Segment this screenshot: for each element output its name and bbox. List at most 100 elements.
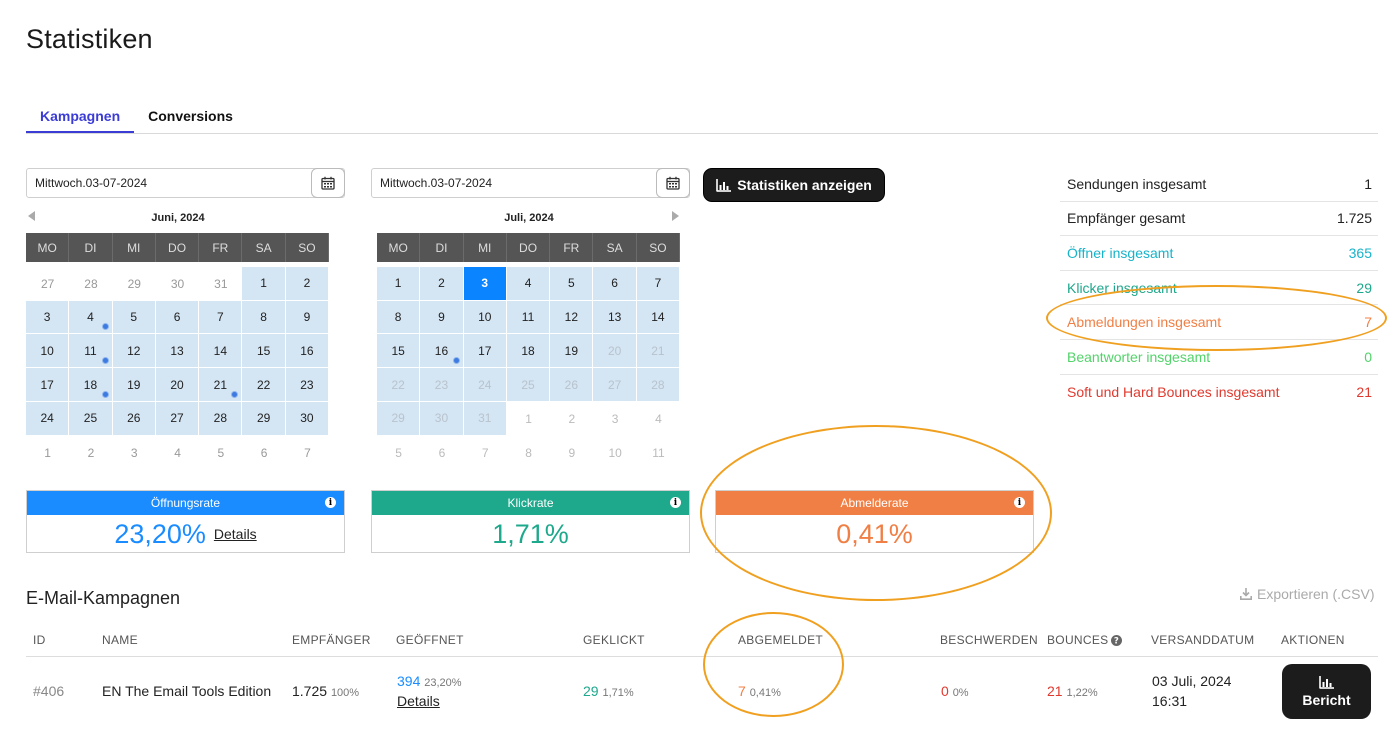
tab-conversions[interactable]: Conversions — [134, 100, 247, 133]
calendar-day[interactable]: 22 — [242, 368, 286, 402]
calendar-day[interactable]: 2 — [420, 266, 464, 301]
calendar-day[interactable]: 30 — [285, 401, 330, 436]
calendar-day[interactable]: 9 — [285, 300, 330, 335]
calendar-day[interactable]: 12 — [112, 334, 156, 369]
weekday-header: MO — [26, 233, 70, 262]
stat-value: 29 — [1356, 279, 1372, 296]
calendar-day[interactable]: 20 — [155, 368, 200, 402]
calendar-day[interactable]: 26 — [112, 401, 156, 436]
weekday-header: MI — [112, 233, 156, 262]
calendar-day[interactable]: 23 — [285, 368, 330, 402]
calendar-day[interactable]: 4 — [506, 266, 551, 301]
calendar-day[interactable]: 27 — [155, 401, 200, 436]
calendar-day[interactable]: 11 — [506, 300, 551, 335]
calendar-day[interactable]: 1 — [377, 266, 421, 301]
calendar-day[interactable]: 5 — [112, 300, 156, 335]
info-icon[interactable]: i — [1014, 497, 1025, 508]
weekday-header: DO — [155, 233, 200, 262]
complaints-cell: 0 0% — [941, 683, 969, 699]
export-csv-link[interactable]: Exportieren (.CSV) — [1240, 586, 1374, 602]
next-month-icon[interactable] — [672, 211, 679, 221]
stat-row-empfaenger: Empfänger gesamt 1.725 — [1060, 202, 1378, 237]
calendar-day[interactable]: 4 — [69, 300, 113, 335]
calendar-day[interactable]: 21 — [199, 368, 243, 402]
start-calendar-button[interactable] — [311, 168, 345, 198]
calendar-day[interactable]: 3 — [463, 266, 507, 301]
bounces-value: 21 — [1047, 683, 1063, 699]
end-calendar-button[interactable] — [656, 168, 690, 198]
clicked-value: 29 — [583, 683, 599, 699]
calendar-day[interactable]: 16 — [285, 334, 330, 369]
calendar-day[interactable]: 7 — [636, 266, 681, 301]
calendar-header: Juni, 2024 — [26, 208, 330, 230]
calendar-day[interactable]: 29 — [242, 401, 286, 436]
calendar-day[interactable]: 18 — [506, 334, 551, 369]
show-statistics-button[interactable]: Statistiken anzeigen — [703, 168, 885, 202]
campaign-name[interactable]: EN The Email Tools Edition — [102, 683, 271, 699]
calendar-day[interactable]: 10 — [26, 334, 70, 369]
stat-row-sendungen: Sendungen insgesamt 1 — [1060, 167, 1378, 202]
bounces-cell: 21 1,22% — [1047, 683, 1098, 699]
calendar-day[interactable]: 15 — [377, 334, 421, 369]
unsubscribe-rate-header: Abmelderate i — [716, 491, 1033, 515]
start-date-input[interactable] — [27, 169, 307, 197]
calendar-day[interactable]: 1 — [242, 266, 286, 301]
end-date-input[interactable] — [372, 169, 652, 197]
open-rate-details-link[interactable]: Details — [214, 526, 257, 542]
unsubscribe-rate-card: Abmelderate i 0,41% — [715, 490, 1034, 553]
calendar-day[interactable]: 24 — [26, 401, 70, 436]
calendar-day[interactable]: 25 — [69, 401, 113, 436]
calendar-day: 24 — [463, 368, 507, 402]
stat-label: Öffner insgesamt — [1067, 244, 1174, 261]
opened-pct: 23,20% — [424, 677, 462, 689]
stat-value: 1.725 — [1336, 210, 1372, 227]
col-opened: GEÖFFNET — [396, 633, 464, 647]
calendar-icon — [321, 176, 335, 190]
calendar-day: 8 — [525, 445, 532, 460]
calendar-grid: MO DI MI DO FR SA SO 27 28 29 30 31 1 2 3 4 5 6 7 8 9 10 11 12 1… — [26, 233, 330, 470]
event-dot-icon — [452, 357, 460, 365]
calendar-day[interactable]: 17 — [463, 334, 507, 369]
calendar-day[interactable]: 18 — [69, 368, 113, 402]
calendar-day[interactable]: 12 — [550, 300, 594, 335]
report-button[interactable]: Bericht — [1282, 664, 1371, 719]
calendar-day[interactable]: 19 — [112, 368, 156, 402]
calendar-day[interactable]: 6 — [593, 266, 637, 301]
start-date-field[interactable] — [26, 168, 345, 198]
calendar-day[interactable]: 28 — [199, 401, 243, 436]
calendar-day: 9 — [568, 445, 576, 460]
tab-kampagnen[interactable]: Kampagnen — [26, 100, 135, 133]
opened-cell: 394 23,20% — [397, 673, 462, 689]
clicked-pct: 1,71% — [602, 687, 634, 699]
calendar-day: 5 — [217, 445, 225, 460]
calendar-day[interactable]: 16 — [420, 334, 464, 369]
calendar-day[interactable]: 10 — [463, 300, 507, 335]
calendar-day[interactable]: 17 — [26, 368, 70, 402]
calendar-day: 5 — [395, 445, 402, 460]
opened-details-link[interactable]: Details — [397, 693, 440, 709]
report-label: Bericht — [1302, 691, 1351, 708]
calendar-day[interactable]: 19 — [550, 334, 594, 369]
prev-month-icon[interactable] — [28, 211, 35, 221]
calendar-day[interactable]: 11 — [69, 334, 113, 369]
calendar-day[interactable]: 2 — [285, 266, 330, 301]
calendar-day[interactable]: 5 — [550, 266, 594, 301]
calendar-day[interactable]: 3 — [26, 300, 70, 335]
calendar-day[interactable]: 13 — [155, 334, 200, 369]
help-icon[interactable]: ? — [1111, 634, 1123, 646]
info-icon[interactable]: i — [670, 497, 681, 508]
calendar-day: 27 — [593, 368, 637, 402]
calendar-day[interactable]: 8 — [377, 300, 421, 335]
calendar-day[interactable]: 13 — [593, 300, 637, 335]
calendar-day: 2 — [87, 445, 95, 460]
info-icon[interactable]: i — [325, 497, 336, 508]
calendar-day[interactable]: 8 — [242, 300, 286, 335]
calendar-day[interactable]: 14 — [636, 300, 681, 335]
calendar-day[interactable]: 9 — [420, 300, 464, 335]
calendar-day[interactable]: 7 — [199, 300, 243, 335]
calendar-day[interactable]: 15 — [242, 334, 286, 369]
weekday-header: MI — [463, 233, 507, 262]
calendar-day[interactable]: 14 — [199, 334, 243, 369]
calendar-day[interactable]: 6 — [155, 300, 200, 335]
end-date-field[interactable] — [371, 168, 690, 198]
